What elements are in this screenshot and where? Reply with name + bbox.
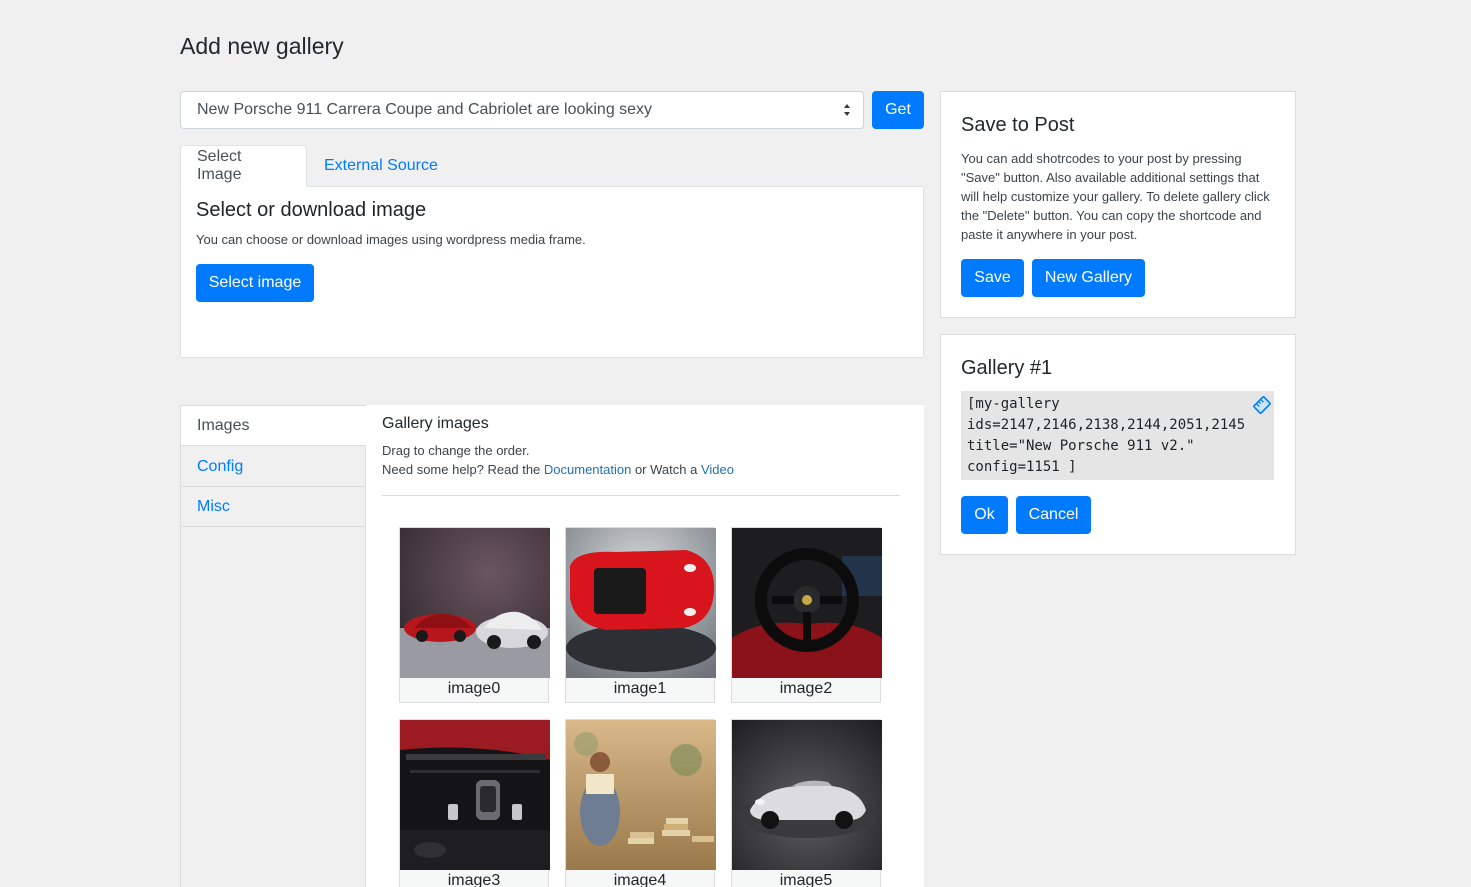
select-image-button[interactable]: Select image: [196, 264, 314, 302]
gallery-image-item[interactable]: image3: [399, 719, 550, 887]
image-label: image1: [613, 680, 667, 697]
gallery-image-item[interactable]: image5: [731, 719, 882, 887]
panel-description: You can choose or download images using …: [196, 232, 586, 247]
gear-shifter-photo-icon: [400, 720, 550, 870]
steering-wheel-photo-icon: [732, 528, 882, 678]
divider: [382, 495, 900, 496]
video-link[interactable]: Video: [701, 462, 734, 477]
side-tab-config[interactable]: Config: [181, 447, 366, 487]
girl-reading-books-photo-icon: [566, 720, 716, 870]
gallery-image-item[interactable]: image1: [565, 527, 716, 703]
save-button[interactable]: Save: [961, 259, 1024, 297]
gallery-settings-tabs: Images Config Misc: [180, 405, 366, 887]
red-porsche-top-photo-icon: [566, 528, 716, 678]
gallery-image-item[interactable]: image0: [399, 527, 550, 703]
save-card-text: You can add shotrcodes to your post by p…: [961, 151, 1270, 242]
post-select[interactable]: New Porsche 911 Carrera Coupe and Cabrio…: [180, 91, 864, 129]
shortcode-box[interactable]: [my-gallery ids=2147,2146,2138,2144,2051…: [961, 391, 1274, 480]
page-title: Add new gallery: [180, 33, 344, 59]
panel-heading: Select or download image: [196, 199, 427, 221]
gallery-image-item[interactable]: image2: [731, 527, 882, 703]
side-tab-images[interactable]: Images: [181, 406, 366, 446]
get-button[interactable]: Get: [872, 91, 924, 129]
image-label: image2: [779, 680, 833, 697]
shortcode-line: ids=2147,2146,2138,2144,2051,2145: [967, 417, 1246, 433]
image-label: image5: [779, 872, 833, 887]
image-label: image3: [447, 872, 501, 887]
shortcode-line: title="New Porsche 911 v2.": [967, 438, 1195, 454]
help-middle: or Watch a: [631, 462, 701, 477]
select-arrows-icon: [844, 104, 850, 116]
tab-select-image[interactable]: Select Image: [180, 145, 307, 187]
porsche-showroom-photo-icon: [400, 528, 550, 678]
new-gallery-button[interactable]: New Gallery: [1032, 259, 1145, 297]
side-tab-misc[interactable]: Misc: [181, 487, 366, 527]
shortcode-line: [my-gallery: [967, 396, 1060, 412]
save-card-title: Save to Post: [961, 114, 1075, 136]
white-cabriolet-photo-icon: [732, 720, 882, 870]
help-prefix: Need some help? Read the: [382, 462, 544, 477]
ok-button[interactable]: Ok: [961, 496, 1008, 534]
gallery-card-title: Gallery #1: [961, 357, 1053, 379]
copy-shortcode-icon[interactable]: [1252, 395, 1272, 415]
gallery-image-item[interactable]: image4: [565, 719, 716, 887]
tab-external-source[interactable]: External Source: [308, 145, 468, 187]
gallery-images-panel: Gallery images Drag to change the order.…: [366, 405, 924, 887]
documentation-link[interactable]: Documentation: [544, 462, 631, 477]
shortcode-line: config=1151 ]: [967, 459, 1077, 475]
help-line: Need some help? Read the Documentation o…: [382, 462, 734, 477]
drag-hint: Drag to change the order.: [382, 443, 530, 458]
gallery-images-title: Gallery images: [382, 415, 489, 432]
image-label: image0: [447, 680, 501, 697]
image-label: image4: [613, 872, 667, 887]
post-select-value: New Porsche 911 Carrera Coupe and Cabrio…: [197, 101, 653, 118]
cancel-button[interactable]: Cancel: [1016, 496, 1091, 534]
